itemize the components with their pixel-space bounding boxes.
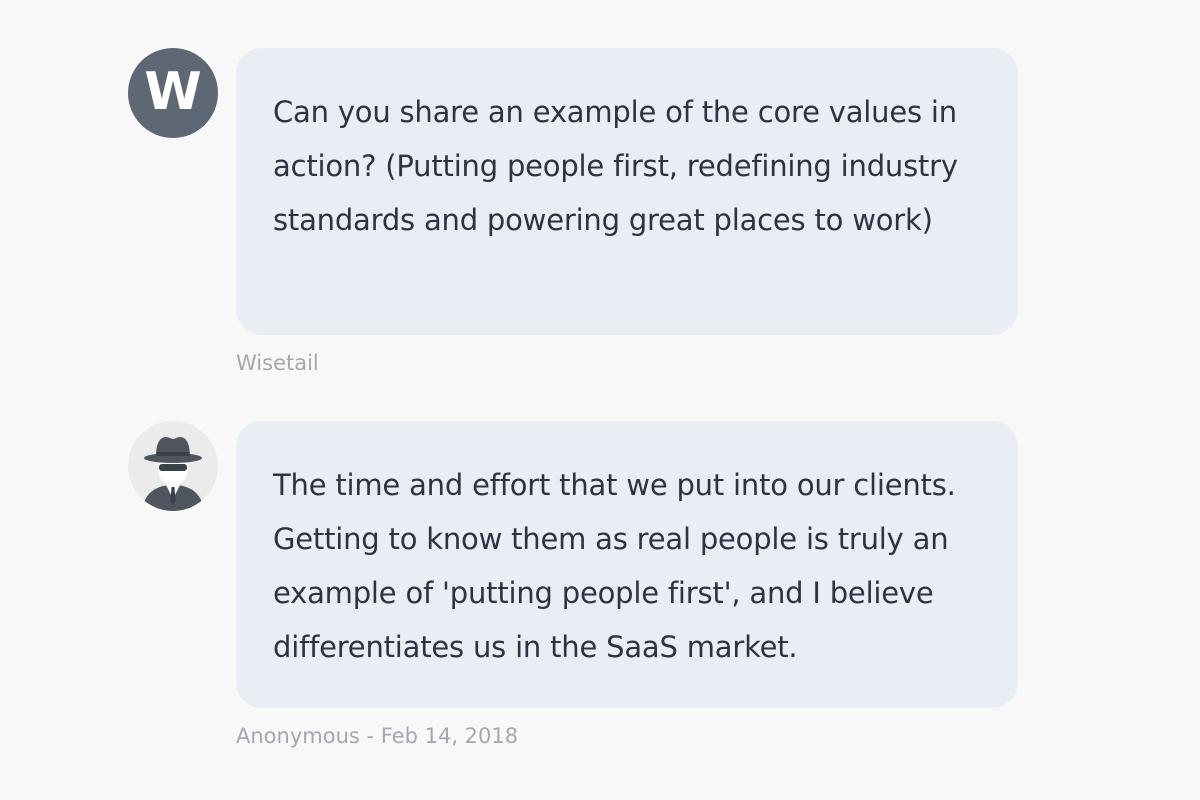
message-author: Wisetail: [236, 351, 319, 375]
avatar: [128, 421, 218, 511]
anonymous-spy-icon: [142, 437, 204, 511]
message-bubble: Can you share an example of the core val…: [236, 48, 1018, 335]
message-text: Can you share an example of the core val…: [273, 95, 958, 237]
message-text: The time and effort that we put into our…: [273, 468, 956, 664]
avatar: W: [128, 48, 218, 138]
avatar-letter: W: [144, 62, 202, 122]
message-thread: W Can you share an example of the core v…: [0, 0, 1200, 800]
message-author-date: Anonymous - Feb 14, 2018: [236, 724, 519, 748]
message-bubble: The time and effort that we put into our…: [236, 421, 1018, 708]
